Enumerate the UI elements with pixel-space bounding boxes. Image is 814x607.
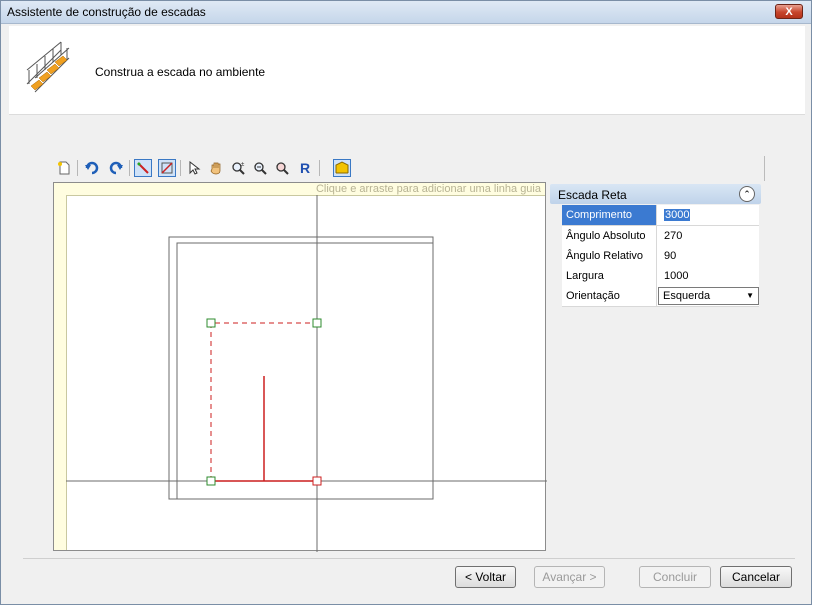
cancel-button[interactable]: Cancelar: [720, 566, 792, 588]
pan-hand-icon[interactable]: [207, 159, 225, 177]
chevron-up-double-icon[interactable]: ⌃: [739, 186, 755, 202]
draw-stair-icon[interactable]: [134, 159, 152, 177]
zoom-window-icon[interactable]: [251, 159, 269, 177]
chevron-down-icon: ▼: [746, 291, 754, 300]
prop-row-comprimento[interactable]: Comprimento 3000: [562, 205, 759, 226]
finish-button[interactable]: Concluir: [639, 566, 711, 588]
prop-label: Comprimento: [562, 205, 657, 225]
prop-label: Largura: [562, 266, 657, 286]
edit-stair-icon[interactable]: [158, 159, 176, 177]
prop-label: Ângulo Absoluto: [562, 226, 657, 246]
prop-value[interactable]: 1000: [660, 266, 759, 286]
prop-row-angulo-absoluto[interactable]: Ângulo Absoluto 270: [562, 226, 759, 247]
properties-title: Escada Reta: [558, 188, 627, 202]
prop-label: Orientação: [562, 286, 657, 306]
close-button[interactable]: X: [775, 4, 803, 19]
staircase-icon: [26, 41, 70, 93]
title-bar: Assistente de construção de escadas X: [1, 1, 811, 24]
wizard-window: Assistente de construção de escadas X Co…: [0, 0, 812, 605]
plan-view[interactable]: [54, 183, 547, 552]
orientation-select[interactable]: Esquerda ▼: [658, 287, 759, 305]
wizard-header: Construa a escada no ambiente: [9, 26, 805, 115]
select-arrow-icon[interactable]: [185, 159, 203, 177]
zoom-extents-icon[interactable]: [273, 159, 291, 177]
drawing-canvas[interactable]: Clique e arraste para adicionar uma linh…: [53, 182, 547, 552]
instruction-text: Construa a escada no ambiente: [95, 65, 266, 79]
stair-handle-active: [312, 476, 322, 486]
prop-row-largura[interactable]: Largura 1000: [562, 266, 759, 287]
properties-panel: Escada Reta ⌃ Comprimento 3000 Ângulo Ab…: [550, 184, 762, 308]
room-wall-inner: [176, 242, 434, 500]
redraw-icon[interactable]: R: [296, 159, 314, 177]
zoom-in-out-icon[interactable]: ±: [229, 159, 247, 177]
prop-label: Ângulo Relativo: [562, 246, 657, 266]
footer-divider: [23, 558, 795, 559]
back-button[interactable]: < Voltar: [455, 566, 516, 588]
stair-handle: [206, 476, 216, 486]
properties-header[interactable]: Escada Reta ⌃: [550, 184, 761, 204]
prop-value[interactable]: 90: [660, 246, 759, 266]
window-title: Assistente de construção de escadas: [7, 5, 206, 19]
undo-icon[interactable]: [83, 159, 101, 177]
stair-handle: [206, 318, 216, 328]
stair-handle: [312, 318, 322, 328]
prop-row-orientacao[interactable]: Orientação Esquerda ▼: [562, 286, 759, 307]
view-3d-icon[interactable]: [333, 159, 351, 177]
toolbar: ± R: [53, 156, 765, 181]
redo-icon[interactable]: [107, 159, 125, 177]
new-icon[interactable]: [55, 159, 73, 177]
room-wall-outer: [168, 236, 434, 500]
svg-text:±: ±: [241, 162, 245, 168]
next-button[interactable]: Avançar >: [534, 566, 605, 588]
prop-row-angulo-relativo[interactable]: Ângulo Relativo 90: [562, 246, 759, 267]
prop-value[interactable]: 270: [660, 226, 759, 246]
prop-value-input[interactable]: 3000: [660, 205, 759, 225]
